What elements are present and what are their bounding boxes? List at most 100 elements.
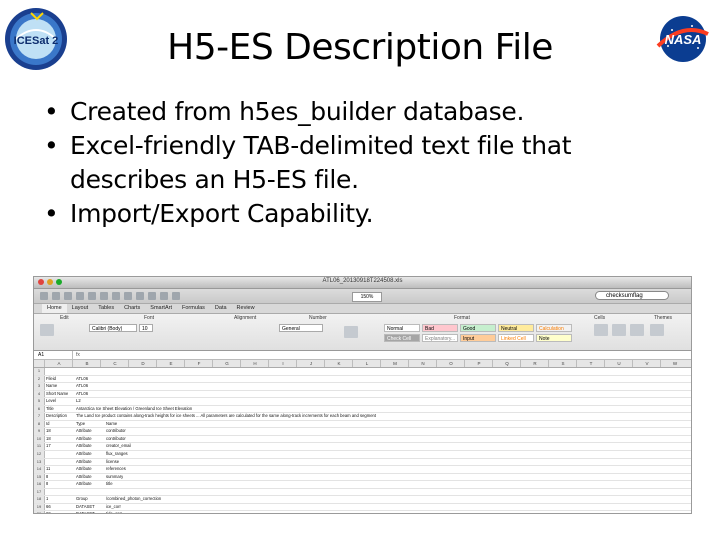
sort-icon[interactable]	[160, 292, 168, 300]
column-header[interactable]: A	[44, 360, 73, 367]
copy-icon[interactable]	[100, 292, 108, 300]
column-header[interactable]: P	[464, 360, 493, 367]
cell[interactable]: Attribute	[76, 466, 92, 473]
row-number[interactable]: 10	[34, 435, 45, 443]
column-header[interactable]: V	[632, 360, 661, 367]
cell[interactable]: Attribute	[76, 451, 92, 458]
column-header[interactable]: B	[72, 360, 101, 367]
cell[interactable]: Attribute	[76, 428, 92, 435]
style-check-cell[interactable]: Check Cell	[384, 334, 420, 342]
column-header[interactable]: K	[324, 360, 353, 367]
column-header[interactable]: J	[296, 360, 325, 367]
row-number[interactable]: 20	[34, 511, 45, 513]
cell[interactable]: tide_corr	[106, 511, 122, 513]
column-header[interactable]: C	[100, 360, 129, 367]
tab-smartart[interactable]: SmartArt	[145, 304, 177, 313]
cell[interactable]: ice_corr	[106, 504, 121, 511]
paste-icon[interactable]	[112, 292, 120, 300]
style-explanatory[interactable]: Explanatory...	[422, 334, 458, 342]
cell[interactable]: The Land Ice product contains along-trac…	[76, 413, 376, 420]
row-number[interactable]: 18	[34, 496, 45, 503]
tab-layout[interactable]: Layout	[67, 304, 94, 313]
cell[interactable]: license	[106, 459, 119, 466]
column-header[interactable]: G	[212, 360, 241, 367]
themes-button[interactable]	[650, 324, 664, 336]
insert-button[interactable]	[594, 324, 608, 336]
undo-icon[interactable]	[124, 292, 132, 300]
column-header[interactable]: S	[548, 360, 577, 367]
open-icon[interactable]	[52, 292, 60, 300]
column-header[interactable]: W	[660, 360, 689, 367]
print-icon[interactable]	[76, 292, 84, 300]
style-linked-cell[interactable]: Linked Cell	[498, 334, 534, 342]
cell[interactable]: Description	[46, 413, 67, 420]
column-header[interactable]: T	[576, 360, 605, 367]
cell[interactable]: 8	[46, 481, 48, 488]
cell[interactable]: Id	[46, 421, 50, 428]
cell[interactable]: DATASET	[76, 511, 95, 513]
tab-home[interactable]: Home	[42, 304, 67, 313]
sum-icon[interactable]	[148, 292, 156, 300]
cell[interactable]: references	[106, 466, 126, 473]
column-header[interactable]: O	[436, 360, 465, 367]
row-number[interactable]: 11	[34, 443, 45, 451]
column-header[interactable]: M	[380, 360, 409, 367]
row-number[interactable]: 4	[34, 390, 45, 398]
cell[interactable]: contributor	[106, 428, 126, 435]
style-bad[interactable]: Bad	[422, 324, 458, 332]
cell[interactable]: 8	[46, 474, 48, 481]
column-header[interactable]: E	[156, 360, 185, 367]
cell[interactable]: title	[106, 481, 113, 488]
cell[interactable]: Antarctica Ice Sheet Elevation / Greenla…	[76, 406, 192, 413]
cell[interactable]: 17	[46, 443, 51, 450]
cell[interactable]: Name	[106, 421, 117, 428]
style-note[interactable]: Note	[536, 334, 572, 342]
column-header[interactable]: F	[184, 360, 213, 367]
cell[interactable]: 11	[46, 466, 50, 473]
row-number[interactable]: 19	[34, 503, 45, 511]
cell[interactable]: creator_email	[106, 443, 131, 450]
font-size-select[interactable]: 10	[139, 324, 153, 332]
font-name-select[interactable]: Calibri (Body)	[89, 324, 137, 332]
cell[interactable]: 66	[46, 504, 51, 511]
column-header[interactable]: I	[268, 360, 297, 367]
zoom-select[interactable]: 150%	[352, 292, 382, 302]
style-input[interactable]: Input	[460, 334, 496, 342]
column-header[interactable]: U	[604, 360, 633, 367]
cell[interactable]: Level	[46, 398, 56, 405]
style-good[interactable]: Good	[460, 324, 496, 332]
format-button[interactable]	[630, 324, 644, 336]
row-number[interactable]: 14	[34, 466, 45, 473]
cell[interactable]: Fileid	[46, 376, 56, 383]
row-number[interactable]: 6	[34, 405, 45, 413]
cell[interactable]: Attribute	[76, 436, 92, 443]
tab-data[interactable]: Data	[210, 304, 232, 313]
tab-formulas[interactable]: Formulas	[177, 304, 210, 313]
cell[interactable]: ATL06	[76, 376, 88, 383]
cell[interactable]: flux_ranges	[106, 451, 128, 458]
cell[interactable]: DATASET	[76, 504, 95, 511]
cell[interactable]: Name	[46, 383, 57, 390]
cell[interactable]: Attribute	[76, 443, 92, 450]
row-number[interactable]: 5	[34, 398, 45, 405]
tab-charts[interactable]: Charts	[119, 304, 145, 313]
cell[interactable]: 1	[46, 496, 48, 503]
tab-review[interactable]: Review	[232, 304, 260, 313]
row-number[interactable]: 15	[34, 473, 45, 481]
column-header[interactable]: Q	[492, 360, 521, 367]
redo-icon[interactable]	[136, 292, 144, 300]
row-number[interactable]: 9	[34, 428, 45, 435]
cell[interactable]: 18	[46, 428, 51, 435]
row-number[interactable]: 16	[34, 481, 45, 488]
column-header[interactable]: L	[352, 360, 381, 367]
filter-icon[interactable]	[172, 292, 180, 300]
cell[interactable]: /combined_photon_correction	[106, 496, 161, 503]
row-number[interactable]: 3	[34, 383, 45, 390]
row-number[interactable]: 7	[34, 413, 45, 420]
number-format-select[interactable]: General	[279, 324, 323, 332]
cell[interactable]: Attribute	[76, 481, 92, 488]
style-calculation[interactable]: Calculation	[536, 324, 572, 332]
cell[interactable]: Type	[76, 421, 85, 428]
row-number[interactable]: 13	[34, 458, 45, 466]
cell[interactable]: Group	[76, 496, 88, 503]
